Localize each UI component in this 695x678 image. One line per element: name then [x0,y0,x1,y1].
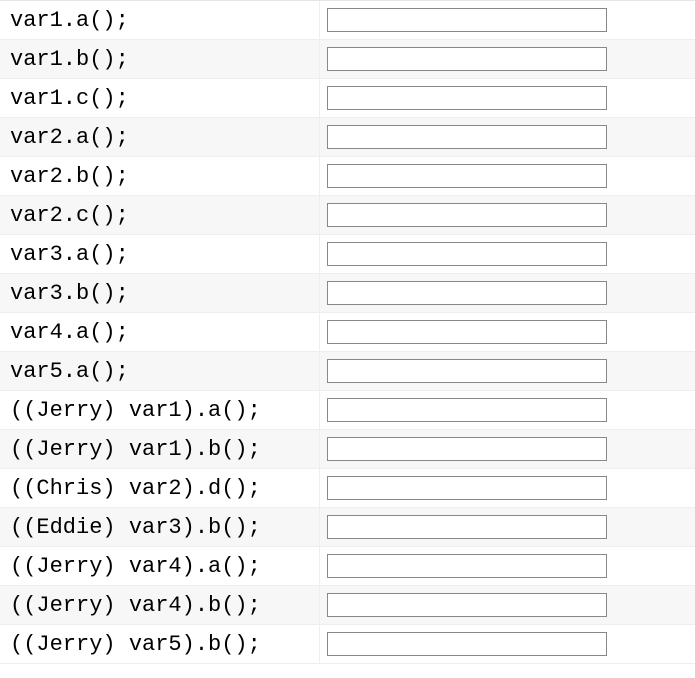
expression-label: var1.a(); [0,1,320,40]
table-row: ((Jerry) var4).b(); [0,586,695,625]
expression-label: var2.b(); [0,157,320,196]
table-row: ((Eddie) var3).b(); [0,508,695,547]
expression-label: ((Jerry) var1).b(); [0,430,320,469]
expression-table: var1.a(); var1.b(); var1.c(); var2.a(); … [0,0,695,664]
answer-cell [320,203,695,227]
table-row: ((Jerry) var5).b(); [0,625,695,664]
table-row: var1.b(); [0,40,695,79]
answer-input[interactable] [327,593,607,617]
answer-input[interactable] [327,125,607,149]
answer-input[interactable] [327,554,607,578]
answer-input[interactable] [327,242,607,266]
expression-label: var3.b(); [0,274,320,313]
answer-cell [320,632,695,656]
answer-cell [320,398,695,422]
answer-input[interactable] [327,8,607,32]
answer-cell [320,8,695,32]
answer-cell [320,47,695,71]
table-row: var2.a(); [0,118,695,157]
table-row: var3.a(); [0,235,695,274]
expression-label: ((Jerry) var1).a(); [0,391,320,430]
table-row: var2.c(); [0,196,695,235]
table-row: var3.b(); [0,274,695,313]
answer-input[interactable] [327,398,607,422]
answer-cell [320,554,695,578]
table-row: ((Chris) var2).d(); [0,469,695,508]
expression-label: ((Chris) var2).d(); [0,469,320,508]
expression-label: var2.c(); [0,196,320,235]
answer-cell [320,437,695,461]
expression-label: ((Jerry) var5).b(); [0,625,320,664]
expression-label: var3.a(); [0,235,320,274]
table-row: var1.c(); [0,79,695,118]
answer-cell [320,164,695,188]
table-row: var4.a(); [0,313,695,352]
table-row: var2.b(); [0,157,695,196]
answer-input[interactable] [327,359,607,383]
table-row: var1.a(); [0,1,695,40]
table-row: ((Jerry) var4).a(); [0,547,695,586]
answer-input[interactable] [327,281,607,305]
answer-cell [320,515,695,539]
answer-input[interactable] [327,437,607,461]
answer-cell [320,281,695,305]
expression-label: ((Eddie) var3).b(); [0,508,320,547]
answer-input[interactable] [327,203,607,227]
expression-label: ((Jerry) var4).b(); [0,586,320,625]
answer-input[interactable] [327,632,607,656]
table-row: ((Jerry) var1).b(); [0,430,695,469]
answer-cell [320,125,695,149]
answer-input[interactable] [327,515,607,539]
table-row: var5.a(); [0,352,695,391]
answer-input[interactable] [327,86,607,110]
table-row: ((Jerry) var1).a(); [0,391,695,430]
answer-cell [320,242,695,266]
expression-label: ((Jerry) var4).a(); [0,547,320,586]
answer-input[interactable] [327,476,607,500]
expression-label: var4.a(); [0,313,320,352]
answer-cell [320,593,695,617]
answer-cell [320,320,695,344]
expression-label: var1.c(); [0,79,320,118]
answer-input[interactable] [327,164,607,188]
answer-input[interactable] [327,47,607,71]
answer-cell [320,476,695,500]
expression-label: var2.a(); [0,118,320,157]
expression-label: var5.a(); [0,352,320,391]
answer-input[interactable] [327,320,607,344]
expression-label: var1.b(); [0,40,320,79]
answer-cell [320,86,695,110]
answer-cell [320,359,695,383]
